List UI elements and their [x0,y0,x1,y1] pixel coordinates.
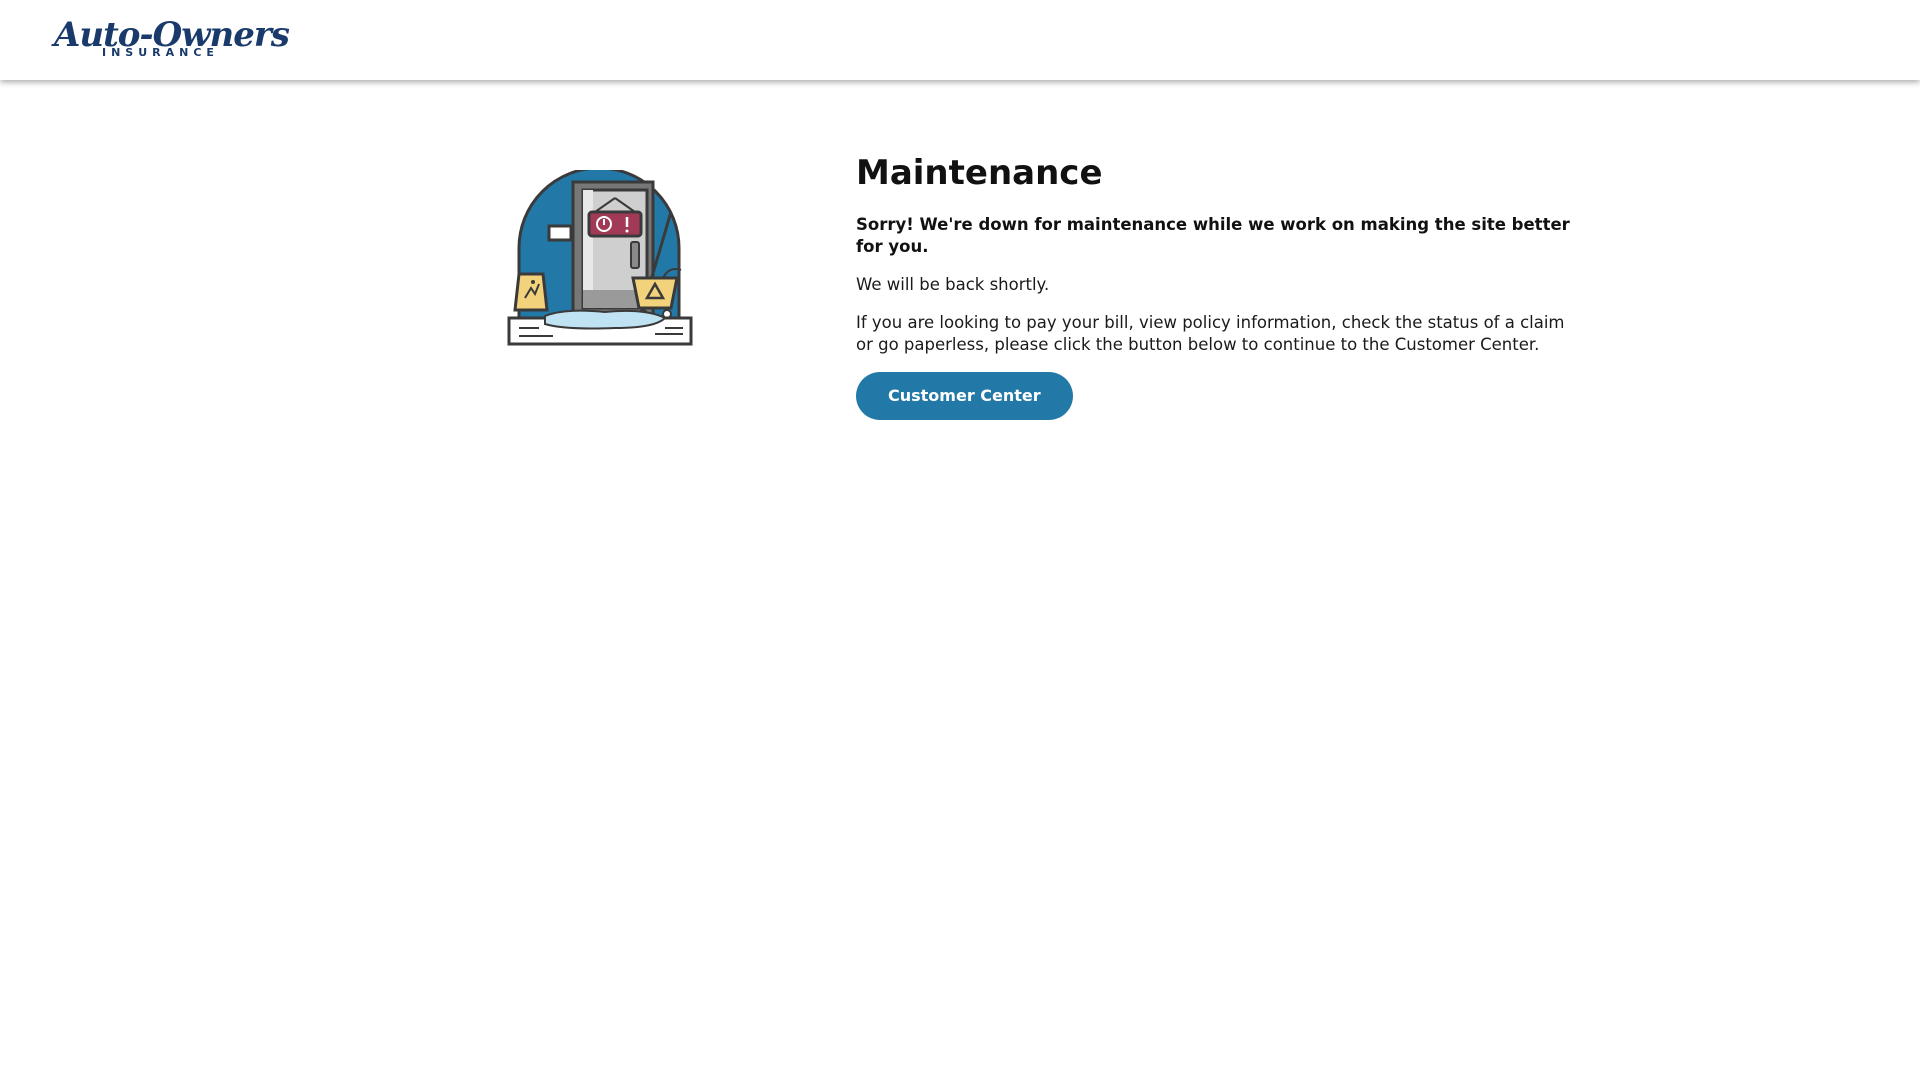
customer-center-info-text: If you are looking to pay your bill, vie… [856,313,1565,354]
auto-owners-logo[interactable]: Auto-Owners INSURANCE [54,18,290,62]
logo-tagline-text: INSURANCE [102,46,219,59]
back-shortly-text: We will be back shortly. [856,275,1050,294]
maintenance-illustration [505,166,695,350]
maintenance-content: Maintenance Sorry! We're down for mainte… [856,150,1576,420]
maintenance-door-illustration-icon [507,166,693,346]
page-title: Maintenance [856,153,1103,193]
site-header: Auto-Owners INSURANCE [0,0,1920,80]
maintenance-lead-text: Sorry! We're down for maintenance while … [856,215,1570,256]
customer-center-button[interactable]: Customer Center [856,372,1073,420]
